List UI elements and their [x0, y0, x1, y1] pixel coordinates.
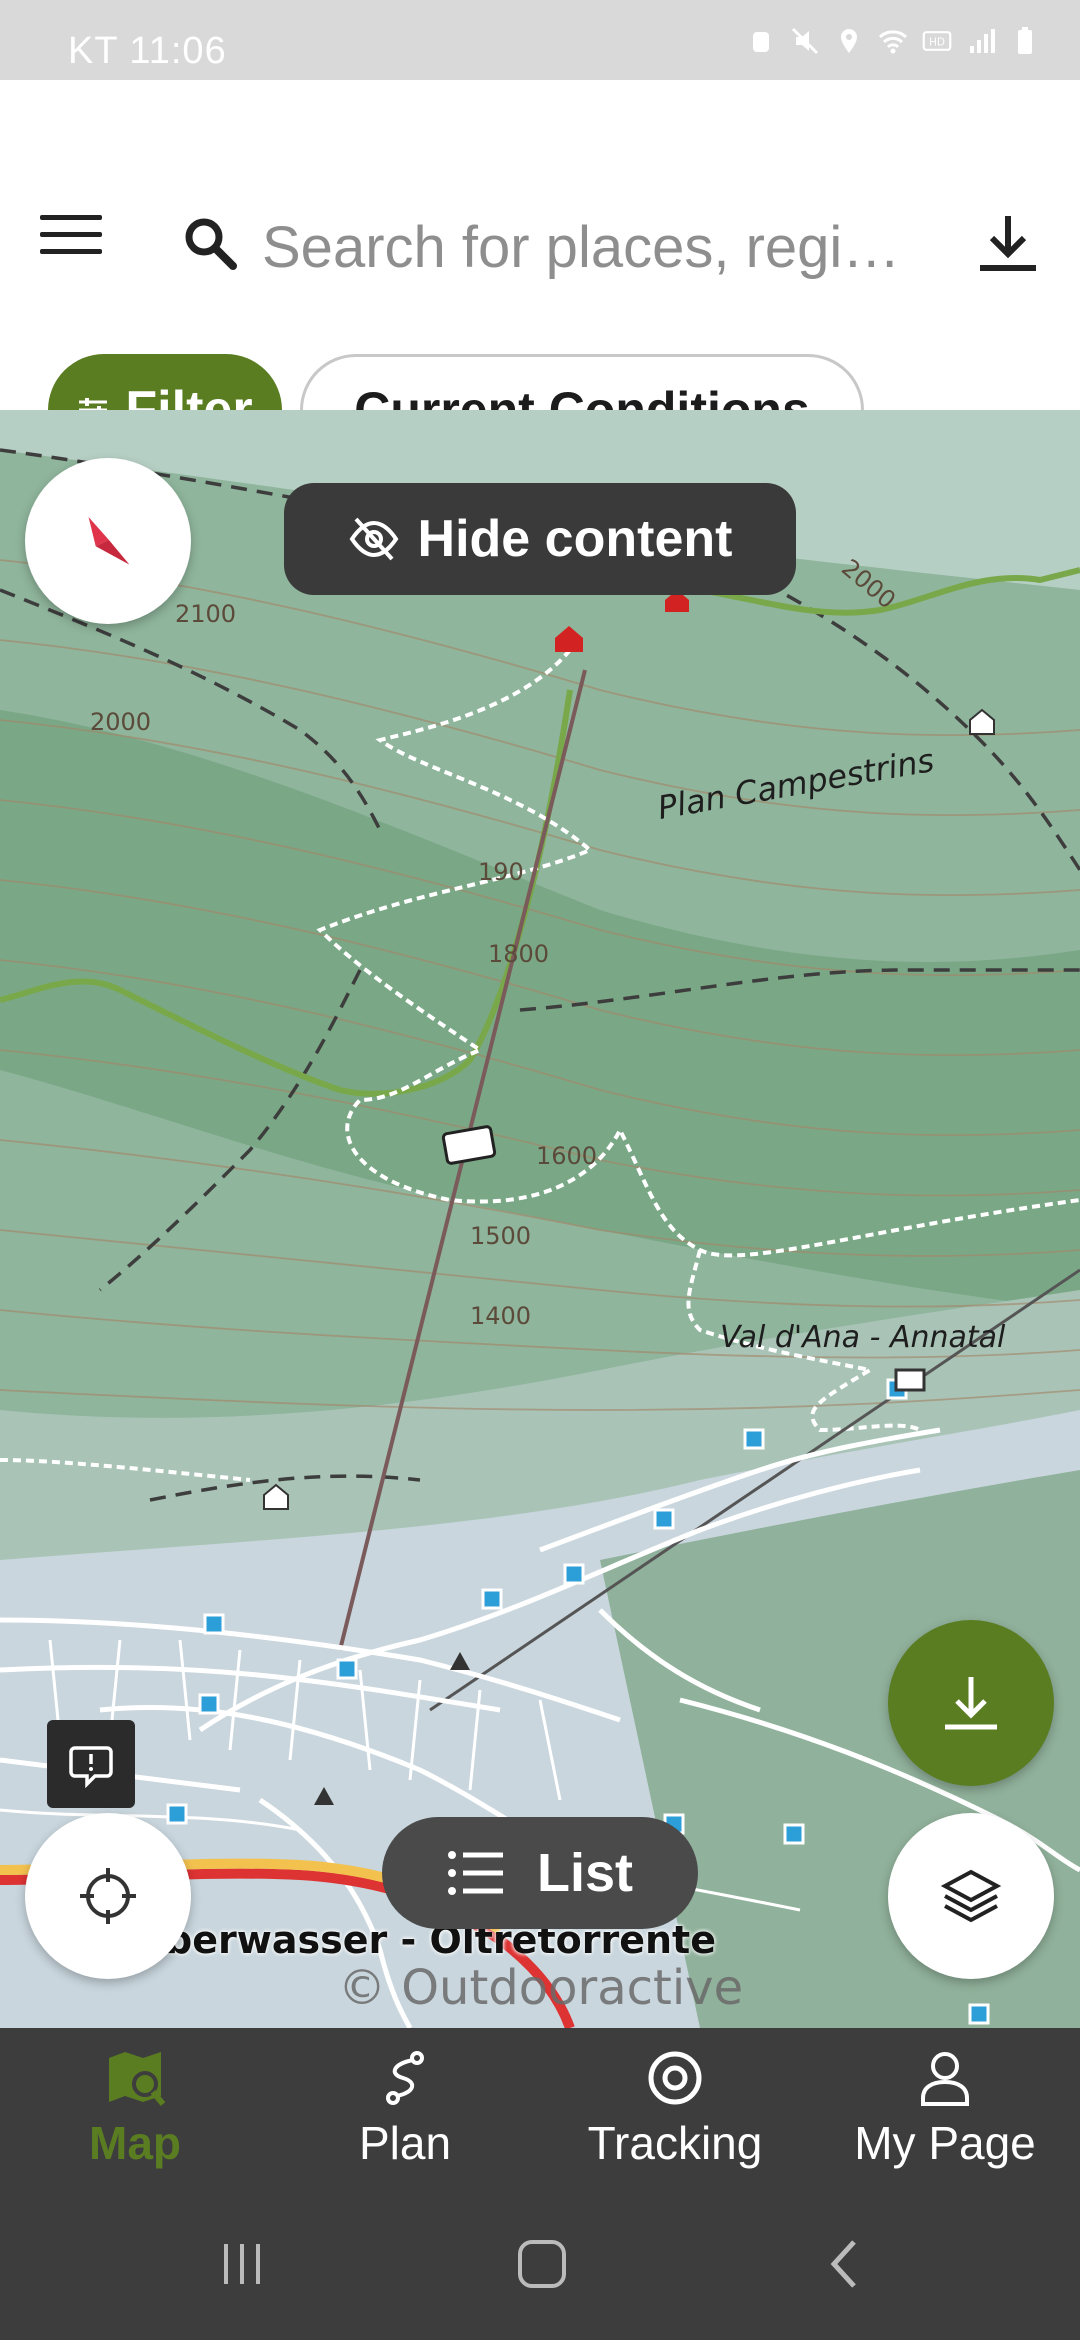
svg-text:HD: HD — [929, 36, 945, 48]
hd-icon: HD — [922, 31, 952, 51]
status-time: KT 11:06 — [68, 30, 227, 72]
search-input[interactable]: Search for places, regi… — [262, 208, 922, 288]
contour-label: 190 — [478, 858, 524, 886]
map-attribution: © Outdooractive — [338, 1960, 744, 2016]
status-icons: HD — [746, 26, 1040, 56]
hide-content-label: Hide content — [417, 510, 733, 568]
contour-label: 2000 — [90, 708, 152, 736]
location-icon — [841, 29, 857, 53]
download-map-button[interactable] — [888, 1620, 1054, 1786]
contour-label: 2100 — [175, 600, 237, 628]
crosshair-icon — [80, 1868, 136, 1924]
menu-button[interactable] — [40, 215, 102, 265]
nav-label-plan: Plan — [358, 2117, 452, 2169]
map-search-icon — [109, 2052, 166, 2106]
feedback-button[interactable] — [47, 1720, 135, 1808]
search-icon[interactable] — [180, 213, 240, 273]
battery-icon — [1018, 27, 1032, 54]
nav-item-tracking[interactable]: Tracking — [540, 2028, 810, 2188]
list-label: List — [536, 1843, 633, 1903]
hide-content-button[interactable]: Hide content — [284, 483, 796, 595]
topo-map[interactable] — [0, 410, 1080, 2028]
nav-item-plan[interactable]: Plan — [270, 2028, 540, 2188]
tracking-target-icon — [648, 2051, 702, 2105]
nav-item-map[interactable]: Map — [0, 2028, 270, 2188]
nav-item-my-page[interactable]: My Page — [810, 2028, 1080, 2188]
list-icon — [447, 1851, 503, 1895]
list-button[interactable]: List — [382, 1817, 698, 1929]
contour-label: 1500 — [470, 1222, 532, 1250]
mute-icon — [791, 27, 819, 55]
contour-label: 1600 — [536, 1142, 598, 1170]
person-icon — [921, 2052, 969, 2106]
nav-label-my-page: My Page — [854, 2117, 1036, 2169]
route-plan-icon — [386, 2051, 424, 2105]
compass-button[interactable] — [25, 458, 191, 624]
download-icon — [945, 1677, 997, 1730]
menu-line — [40, 232, 102, 237]
compass-icon — [88, 517, 130, 565]
menu-line — [40, 249, 102, 254]
menu-line — [40, 215, 102, 220]
wifi-icon — [878, 30, 908, 54]
eye-off-icon — [349, 517, 398, 561]
system-navigation-bar — [0, 2188, 1080, 2340]
download-icon[interactable] — [976, 210, 1040, 274]
map-view[interactable]: 2100 2000 2000 190 1800 1600 1500 1400 P… — [0, 410, 1080, 2028]
layers-icon — [940, 1869, 1002, 1923]
signal-icon — [970, 29, 995, 53]
nav-label-tracking: Tracking — [587, 2117, 763, 2169]
bottom-navigation: Map Plan Tracking My Page — [0, 2028, 1080, 2188]
alarm-icon — [753, 32, 769, 52]
map-label-val-dana: Val d'Ana - Annatal — [720, 1320, 1006, 1355]
contour-label: 1800 — [488, 940, 550, 968]
layers-button[interactable] — [888, 1813, 1054, 1979]
chat-icon — [69, 1746, 113, 1788]
my-location-button[interactable] — [25, 1813, 191, 1979]
top-app-bar: Search for places, regi… Filter Current … — [0, 80, 1080, 466]
back-icon[interactable] — [816, 2234, 876, 2294]
home-icon[interactable] — [512, 2234, 572, 2294]
nav-label-map: Map — [89, 2117, 181, 2169]
recent-apps-icon[interactable] — [212, 2234, 272, 2294]
status-bar: KT 11:06 HD — [0, 0, 1080, 80]
contour-label: 1400 — [470, 1302, 532, 1330]
